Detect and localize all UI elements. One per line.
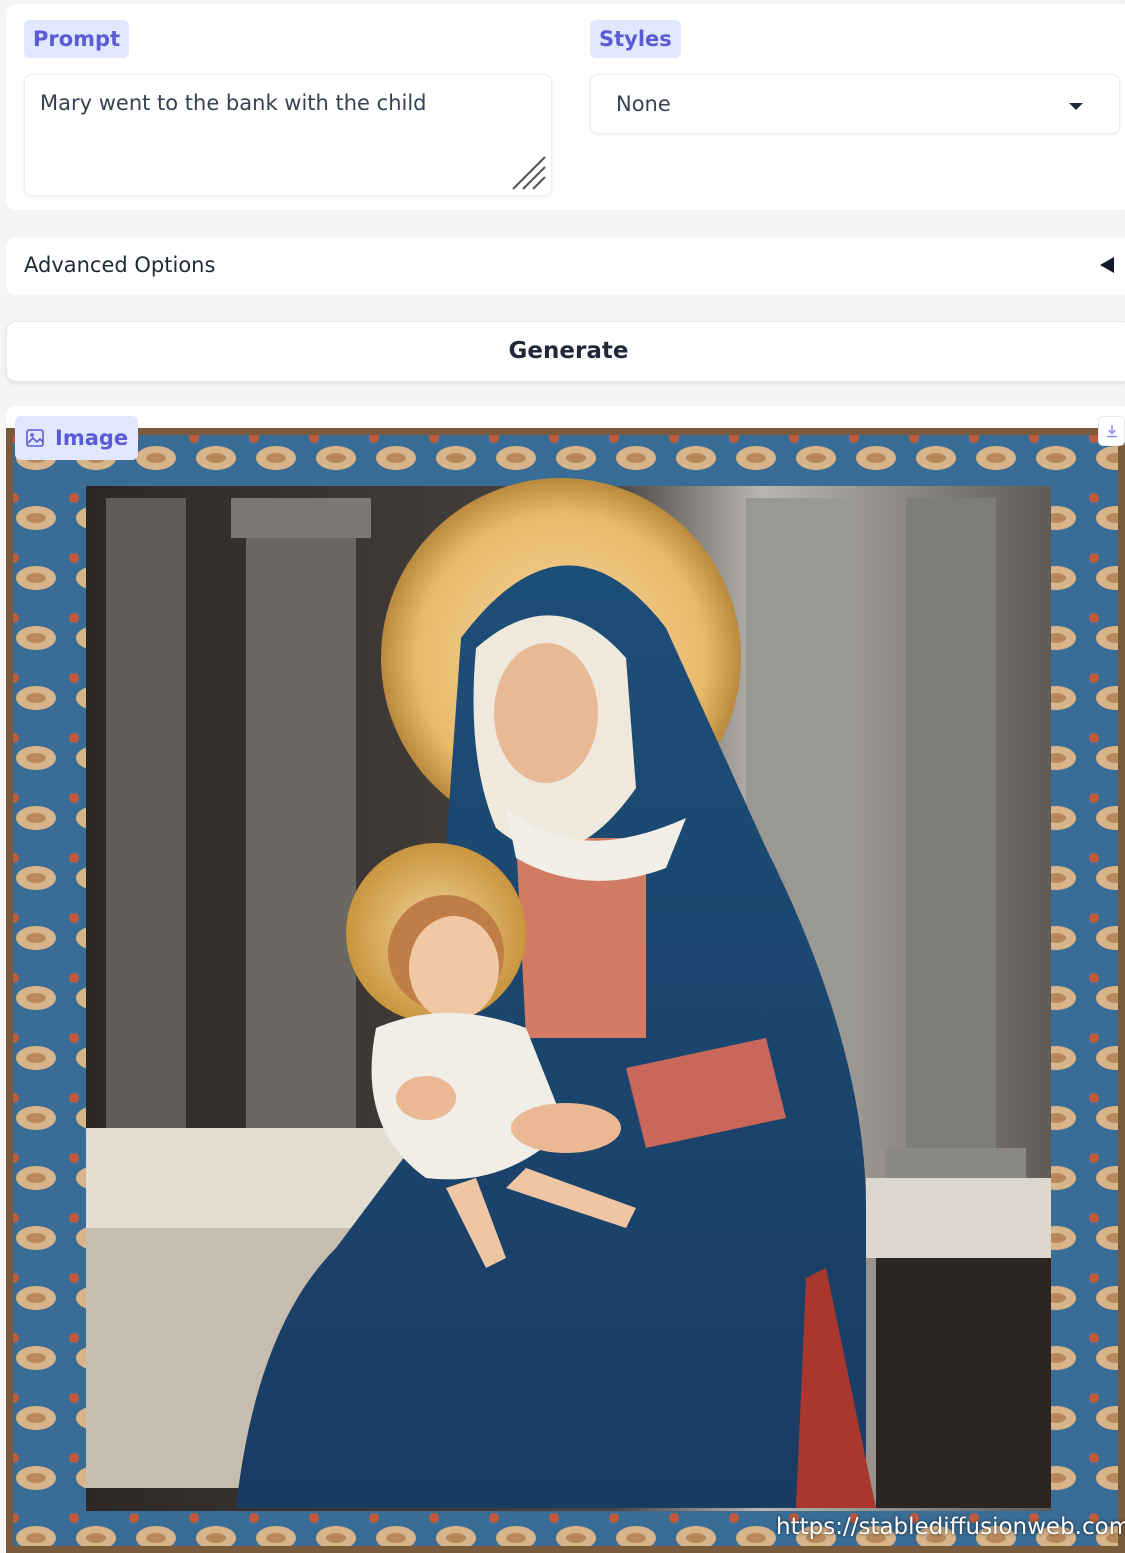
advanced-options-label: Advanced Options <box>24 253 216 277</box>
prompt-textarea[interactable]: Mary went to the bank with the child <box>24 74 552 196</box>
generated-image <box>6 428 1125 1553</box>
generate-button[interactable]: Generate <box>6 321 1125 382</box>
prompt-text: Mary went to the bank with the child <box>40 91 427 115</box>
styles-label: Styles <box>590 20 681 58</box>
image-label-chip: Image <box>15 416 139 460</box>
prompt-label: Prompt <box>24 20 130 58</box>
image-label: Image <box>55 426 129 450</box>
download-icon <box>1106 425 1117 438</box>
image-icon <box>26 429 44 447</box>
advanced-options-accordion[interactable]: Advanced Options <box>6 237 1125 295</box>
styles-selected-value: None <box>616 92 671 116</box>
watermark-text: https://stablediffusionweb.com <box>776 1514 1125 1540</box>
download-button[interactable] <box>1098 416 1125 446</box>
caret-down-icon <box>1069 103 1083 110</box>
collapse-arrow-icon[interactable] <box>1100 257 1114 273</box>
resize-handle-icon[interactable] <box>509 153 549 193</box>
styles-dropdown[interactable]: None <box>590 74 1120 134</box>
